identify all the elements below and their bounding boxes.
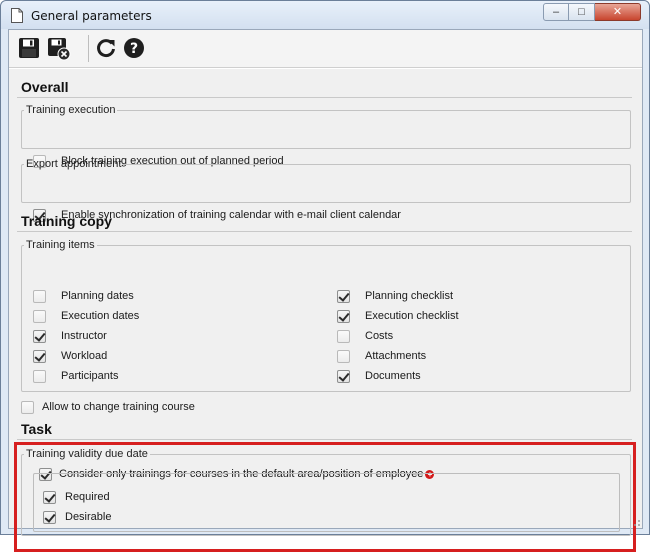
- planning-dates-checkbox[interactable]: Planning dates: [33, 288, 134, 304]
- checkbox-label: Workload: [61, 350, 108, 362]
- checkbox-box[interactable]: [337, 309, 350, 323]
- training-execution-legend: Training execution: [26, 104, 116, 116]
- toolbar: ?: [9, 30, 642, 68]
- section-title-overall: Overall: [21, 79, 69, 95]
- export-appointment-group: Export appointment: [21, 158, 631, 203]
- allow-change-course-checkbox[interactable]: Allow to change training course: [21, 399, 195, 415]
- refresh-button[interactable]: [95, 37, 117, 59]
- checkbox-label: Costs: [365, 330, 394, 342]
- checkbox-box[interactable]: [33, 289, 46, 303]
- checkbox-label: Planning checklist: [365, 290, 454, 302]
- workload-checkbox[interactable]: Workload: [33, 348, 107, 364]
- checkbox-box[interactable]: [337, 369, 350, 383]
- resize-grip-icon[interactable]: [629, 515, 641, 527]
- save-button[interactable]: [18, 37, 40, 59]
- parameters-form: Overall Training execution Block trainin…: [9, 69, 642, 552]
- checkbox-label: Documents: [365, 370, 421, 382]
- execution-dates-checkbox[interactable]: Execution dates: [33, 308, 139, 324]
- title-bar[interactable]: General parameters – □ ✕: [1, 1, 649, 29]
- training-validity-legend: Training validity due date: [26, 448, 148, 460]
- export-appointment-legend: Export appointment: [26, 158, 122, 170]
- checkbox-label: Instructor: [61, 330, 107, 342]
- consider-subgroup: [33, 473, 620, 532]
- help-button[interactable]: ?: [123, 37, 145, 59]
- minimize-button[interactable]: –: [543, 3, 569, 21]
- checkbox-label: Execution checklist: [365, 310, 459, 322]
- desirable-checkbox[interactable]: Desirable: [43, 509, 111, 525]
- attachments-checkbox[interactable]: Attachments: [337, 348, 426, 364]
- checkbox-box[interactable]: [33, 309, 46, 323]
- checkbox-box[interactable]: [337, 289, 350, 303]
- section-divider: [17, 231, 632, 232]
- section-title-task: Task: [21, 421, 52, 437]
- close-button[interactable]: ✕: [595, 3, 641, 21]
- instructor-checkbox[interactable]: Instructor: [33, 328, 107, 344]
- checkbox-box[interactable]: [43, 490, 56, 504]
- participants-checkbox[interactable]: Participants: [33, 368, 118, 384]
- window-client-area: ? Overall Training execution Block train…: [8, 29, 643, 552]
- maximize-button[interactable]: □: [569, 3, 595, 21]
- checkbox-label: Allow to change training course: [42, 401, 195, 413]
- checkbox-label: Planning dates: [61, 290, 134, 302]
- refresh-icon: [97, 39, 115, 58]
- planning-checklist-checkbox[interactable]: Planning checklist: [337, 288, 453, 304]
- checkbox-label: Required: [65, 491, 110, 503]
- checkbox-label: Desirable: [65, 511, 112, 523]
- general-parameters-window: General parameters – □ ✕ ? Overall Train…: [0, 0, 650, 552]
- checkbox-label: Participants: [61, 370, 119, 382]
- checkbox-box[interactable]: [43, 510, 56, 524]
- execution-checklist-checkbox[interactable]: Execution checklist: [337, 308, 459, 324]
- checkbox-box[interactable]: [337, 349, 350, 363]
- section-divider: [17, 439, 632, 440]
- checkbox-box[interactable]: [21, 400, 34, 414]
- window-title: General parameters: [31, 9, 152, 23]
- help-icon: ?: [124, 38, 144, 58]
- save-and-close-button[interactable]: [47, 37, 71, 61]
- required-checkbox[interactable]: Required: [43, 489, 110, 505]
- svg-text:?: ?: [130, 41, 138, 57]
- training-items-legend: Training items: [26, 239, 95, 251]
- training-execution-group: Training execution: [21, 104, 631, 149]
- toolbar-separator: [88, 35, 89, 62]
- section-title-training-copy: Training copy: [21, 213, 113, 229]
- document-icon: [11, 8, 23, 23]
- floppy-disk-close-icon: [48, 38, 71, 61]
- documents-checkbox[interactable]: Documents: [337, 368, 421, 384]
- checkbox-box[interactable]: [33, 349, 46, 363]
- section-divider: [17, 97, 632, 98]
- floppy-disk-icon: [19, 38, 39, 58]
- checkbox-box[interactable]: [33, 329, 46, 343]
- checkbox-label: Attachments: [365, 350, 427, 362]
- checkbox-box[interactable]: [33, 369, 46, 383]
- costs-checkbox[interactable]: Costs: [337, 328, 393, 344]
- checkbox-box[interactable]: [337, 329, 350, 343]
- checkbox-label: Execution dates: [61, 310, 140, 322]
